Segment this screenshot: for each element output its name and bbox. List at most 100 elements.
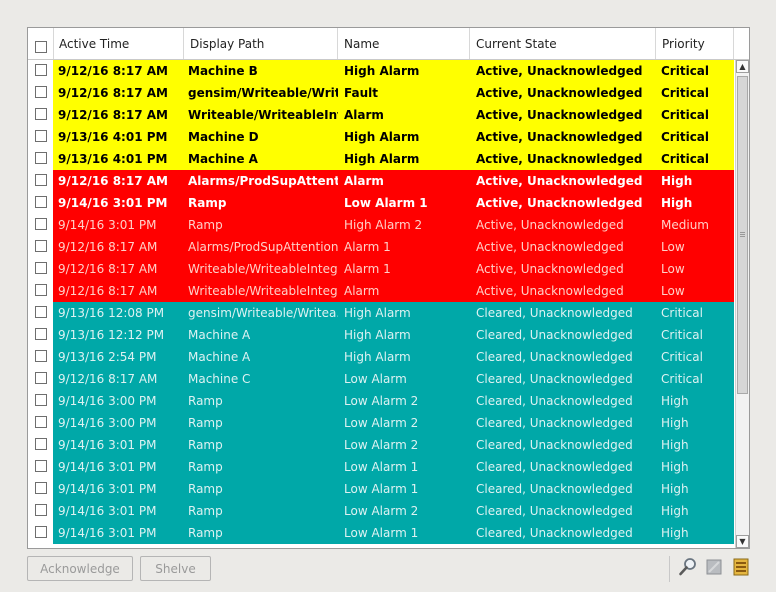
table-row[interactable]: 9/14/16 3:00 PM Ramp Low Alarm 2 Cleared, U… [28, 412, 734, 434]
row-checkbox[interactable] [35, 218, 47, 230]
cell-name: High Alarm [344, 306, 411, 320]
row-checkbox-cell [28, 148, 53, 170]
cell-display-path: Ramp [188, 196, 227, 210]
table-row[interactable]: 9/12/16 8:17 AM Alarms/ProdSupAttentio...… [28, 170, 734, 192]
table-row[interactable]: 9/13/16 4:01 PM Machine A High Alarm Active… [28, 148, 734, 170]
shelve-button[interactable]: Shelve [140, 556, 211, 581]
table-row[interactable]: 9/12/16 8:17 AM Machine B High Alarm Active… [28, 60, 734, 82]
cell-name: Low Alarm 2 [344, 394, 419, 408]
cell-display-path: Machine A [188, 152, 258, 166]
table-row[interactable]: 9/13/16 12:08 PM gensim/Writeable/Writea.… [28, 302, 734, 324]
table-row[interactable]: 9/14/16 3:00 PM Ramp Low Alarm 2 Cleared, U… [28, 390, 734, 412]
select-all-checkbox[interactable] [35, 41, 47, 53]
cell-name: High Alarm [344, 328, 411, 342]
cell-active-time: 9/13/16 4:01 PM [58, 130, 168, 144]
scrollbar-thumb[interactable] [737, 76, 748, 394]
row-checkbox[interactable] [35, 240, 47, 252]
cell-active-time: 9/14/16 3:00 PM [58, 416, 157, 430]
table-row[interactable]: 9/14/16 3:01 PM Ramp High Alarm 2 Active, U… [28, 214, 734, 236]
table-row[interactable]: 9/12/16 8:17 AM Machine C Low Alarm Cleared… [28, 368, 734, 390]
cell-current-state: Active, Unacknowledged [476, 240, 624, 254]
row-checkbox[interactable] [35, 262, 47, 274]
table-row[interactable]: 9/13/16 12:12 PM Machine A High Alarm Clear… [28, 324, 734, 346]
row-checkbox[interactable] [35, 504, 47, 516]
cell-priority: Low [661, 262, 685, 276]
export-table-icon[interactable] [731, 557, 751, 577]
cell-name: Fault [344, 86, 378, 100]
row-checkbox[interactable] [35, 108, 47, 120]
table-row[interactable]: 9/14/16 3:01 PM Ramp Low Alarm 1 Active, Un… [28, 192, 734, 214]
column-header-name[interactable]: Name [338, 28, 470, 59]
cell-display-path: Ramp [188, 460, 223, 474]
row-checkbox[interactable] [35, 196, 47, 208]
row-checkbox[interactable] [35, 64, 47, 76]
table-row[interactable]: 9/12/16 8:17 AM Alarms/ProdSupAttention/.… [28, 236, 734, 258]
cell-display-path: Ramp [188, 504, 223, 518]
table-row[interactable]: 9/14/16 3:01 PM Ramp Low Alarm 1 Cleared, U… [28, 478, 734, 500]
cell-current-state: Cleared, Unacknowledged [476, 482, 633, 496]
column-header-priority[interactable]: Priority [656, 28, 734, 59]
row-checkbox[interactable] [35, 460, 47, 472]
table-row[interactable]: 9/12/16 8:17 AM Writeable/WriteableInte..… [28, 104, 734, 126]
cell-current-state: Active, Unacknowledged [476, 218, 624, 232]
row-checkbox[interactable] [35, 438, 47, 450]
cell-active-time: 9/13/16 12:08 PM [58, 306, 165, 320]
row-checkbox-cell [28, 390, 53, 412]
cell-name: High Alarm 2 [344, 218, 423, 232]
cell-current-state: Active, Unacknowledged [476, 284, 624, 298]
row-checkbox[interactable] [35, 482, 47, 494]
magnifier-icon[interactable] [678, 557, 698, 577]
cell-active-time: 9/14/16 3:01 PM [58, 438, 157, 452]
column-header-current-state[interactable]: Current State [470, 28, 656, 59]
cell-name: High Alarm [344, 130, 420, 144]
table-row[interactable]: 9/12/16 8:17 AM Writeable/WriteableInteg.… [28, 280, 734, 302]
vertical-scrollbar[interactable]: ▲ ▼ [735, 60, 749, 548]
table-row[interactable]: 9/14/16 3:01 PM Ramp Low Alarm 2 Cleared, U… [28, 500, 734, 522]
cell-display-path: Machine C [188, 372, 251, 386]
cell-display-path: Ramp [188, 416, 223, 430]
table-row[interactable]: 9/14/16 3:01 PM Ramp Low Alarm 2 Cleared, U… [28, 434, 734, 456]
row-checkbox[interactable] [35, 328, 47, 340]
row-checkbox[interactable] [35, 130, 47, 142]
row-checkbox[interactable] [35, 526, 47, 538]
cell-display-path: Ramp [188, 218, 223, 232]
table-row[interactable]: 9/13/16 4:01 PM Machine D High Alarm Active… [28, 126, 734, 148]
cell-priority: Critical [661, 64, 710, 78]
table-body: 9/12/16 8:17 AM Machine B High Alarm Active… [28, 60, 734, 548]
row-checkbox[interactable] [35, 350, 47, 362]
toolbar-divider [669, 556, 670, 582]
column-header-display-path[interactable]: Display Path [184, 28, 338, 59]
table-row[interactable]: 9/13/16 2:54 PM Machine A High Alarm Cleare… [28, 346, 734, 368]
cell-current-state: Cleared, Unacknowledged [476, 504, 633, 518]
table-row[interactable]: 9/12/16 8:17 AM Writeable/WriteableInteg.… [28, 258, 734, 280]
column-header-active-time[interactable]: Active Time [53, 28, 184, 59]
scroll-down-button[interactable]: ▼ [736, 535, 749, 548]
cell-display-path: Writeable/WriteableInteg... [188, 284, 338, 298]
filter-panel-icon[interactable] [704, 557, 724, 577]
row-checkbox[interactable] [35, 372, 47, 384]
row-checkbox[interactable] [35, 416, 47, 428]
cell-active-time: 9/12/16 8:17 AM [58, 174, 168, 188]
cell-active-time: 9/13/16 4:01 PM [58, 152, 168, 166]
row-checkbox[interactable] [35, 284, 47, 296]
table-row[interactable]: 9/14/16 3:01 PM Ramp Low Alarm 1 Cleared, U… [28, 456, 734, 478]
row-checkbox[interactable] [35, 306, 47, 318]
cell-active-time: 9/14/16 3:00 PM [58, 394, 157, 408]
cell-current-state: Cleared, Unacknowledged [476, 350, 633, 364]
cell-display-path: Writeable/WriteableInteg... [188, 262, 338, 276]
table-row[interactable]: 9/12/16 8:17 AM gensim/Writeable/Writea..… [28, 82, 734, 104]
cell-name: High Alarm [344, 350, 411, 364]
row-checkbox[interactable] [35, 174, 47, 186]
table-row[interactable]: 9/14/16 3:01 PM Ramp Low Alarm 1 Cleared, U… [28, 522, 734, 544]
acknowledge-button[interactable]: Acknowledge [27, 556, 133, 581]
row-checkbox[interactable] [35, 152, 47, 164]
cell-name: Low Alarm 1 [344, 196, 428, 210]
cell-active-time: 9/12/16 8:17 AM [58, 262, 158, 276]
scroll-up-button[interactable]: ▲ [736, 60, 749, 73]
row-checkbox[interactable] [35, 394, 47, 406]
row-checkbox-cell [28, 192, 53, 214]
row-checkbox-cell [28, 258, 53, 280]
row-checkbox[interactable] [35, 86, 47, 98]
cell-display-path: gensim/Writeable/Writea... [188, 86, 338, 100]
table-header: Active Time Display Path Name Current St… [28, 28, 749, 60]
